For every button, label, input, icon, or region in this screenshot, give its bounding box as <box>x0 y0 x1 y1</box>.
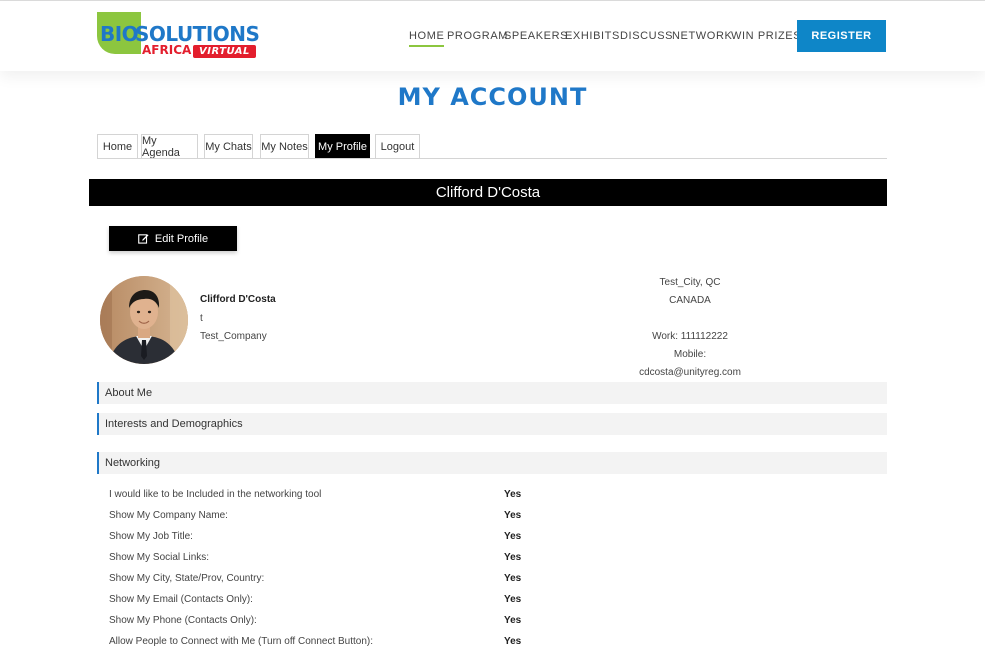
tab-home[interactable]: Home <box>97 134 138 159</box>
pref-value: Yes <box>504 510 522 521</box>
profile-work-phone: Work: 111112222 <box>652 331 728 342</box>
section-networking[interactable]: Networking <box>97 452 887 474</box>
networking-pref-row: Show My Phone (Contacts Only): Yes <box>109 615 889 633</box>
nav-item-network[interactable]: NETWORK <box>672 30 732 42</box>
nav-item-program[interactable]: PROGRAM <box>447 30 508 42</box>
networking-pref-row: Allow People to Connect with Me (Turn of… <box>109 636 889 654</box>
nav-item-win-prizes[interactable]: WIN PRIZES <box>731 30 801 42</box>
networking-pref-row: Show My Company Name: Yes <box>109 510 889 528</box>
nav-item-discuss[interactable]: DISCUSS <box>620 30 673 42</box>
pref-label: Allow People to Connect with Me (Turn of… <box>109 636 374 647</box>
page-title: MY ACCOUNT <box>397 83 588 111</box>
nav-item-speakers[interactable]: SPEAKERS <box>504 30 568 42</box>
logo-africa-text: AFRICA <box>142 43 192 57</box>
edit-icon <box>138 234 149 244</box>
tabs-divider <box>97 158 887 159</box>
site-header: BIO SOLUTIONS AFRICA VIRTUAL HOME PROGRA… <box>0 1 985 71</box>
pref-value: Yes <box>504 636 522 647</box>
profile-job-title: t <box>200 313 203 324</box>
profile-name: Clifford D'Costa <box>200 294 276 305</box>
tab-my-chats[interactable]: My Chats <box>204 134 253 159</box>
pref-label: Show My Job Title: <box>109 531 193 542</box>
pref-label: I would like to be Included in the netwo… <box>109 489 322 500</box>
profile-country: CANADA <box>669 295 711 306</box>
pref-label: Show My Email (Contacts Only): <box>109 594 253 605</box>
pref-label: Show My Phone (Contacts Only): <box>109 615 257 626</box>
tab-logout[interactable]: Logout <box>375 134 420 159</box>
logo-virtual-badge: VIRTUAL <box>193 45 256 58</box>
profile-company: Test_Company <box>200 331 267 342</box>
pref-value: Yes <box>504 573 522 584</box>
section-interests[interactable]: Interests and Demographics <box>97 413 887 435</box>
nav-item-exhibits[interactable]: EXHIBITS <box>565 30 620 42</box>
networking-pref-row: Show My Job Title: Yes <box>109 531 889 549</box>
brand-logo[interactable]: BIO SOLUTIONS AFRICA VIRTUAL <box>97 12 267 60</box>
nav-item-home[interactable]: HOME <box>409 30 445 47</box>
tab-my-profile[interactable]: My Profile <box>315 134 370 159</box>
tab-my-notes[interactable]: My Notes <box>260 134 309 159</box>
edit-profile-button[interactable]: Edit Profile <box>109 226 237 251</box>
networking-pref-row: Show My Social Links: Yes <box>109 552 889 570</box>
pref-value: Yes <box>504 531 522 542</box>
profile-email: cdcosta@unityreg.com <box>639 367 741 378</box>
pref-value: Yes <box>504 489 522 500</box>
networking-pref-row: Show My City, State/Prov, Country: Yes <box>109 573 889 591</box>
register-button[interactable]: REGISTER <box>797 20 886 52</box>
logo-bio-text: BIO <box>100 22 139 46</box>
networking-pref-row: I would like to be Included in the netwo… <box>109 489 889 507</box>
pref-label: Show My City, State/Prov, Country: <box>109 573 265 584</box>
edit-profile-label: Edit Profile <box>154 232 209 245</box>
tab-my-agenda[interactable]: My Agenda <box>141 134 198 159</box>
profile-mobile: Mobile: <box>673 349 707 360</box>
pref-label: Show My Company Name: <box>109 510 228 521</box>
profile-city-state: Test_City, QC <box>659 277 721 288</box>
profile-name-banner: Clifford D'Costa <box>89 179 887 206</box>
pref-value: Yes <box>504 615 522 626</box>
networking-pref-row: Show My Email (Contacts Only): Yes <box>109 594 889 612</box>
pref-value: Yes <box>504 552 522 563</box>
pref-label: Show My Social Links: <box>109 552 210 563</box>
pref-value: Yes <box>504 594 522 605</box>
avatar <box>100 276 188 364</box>
section-about-me[interactable]: About Me <box>97 382 887 404</box>
